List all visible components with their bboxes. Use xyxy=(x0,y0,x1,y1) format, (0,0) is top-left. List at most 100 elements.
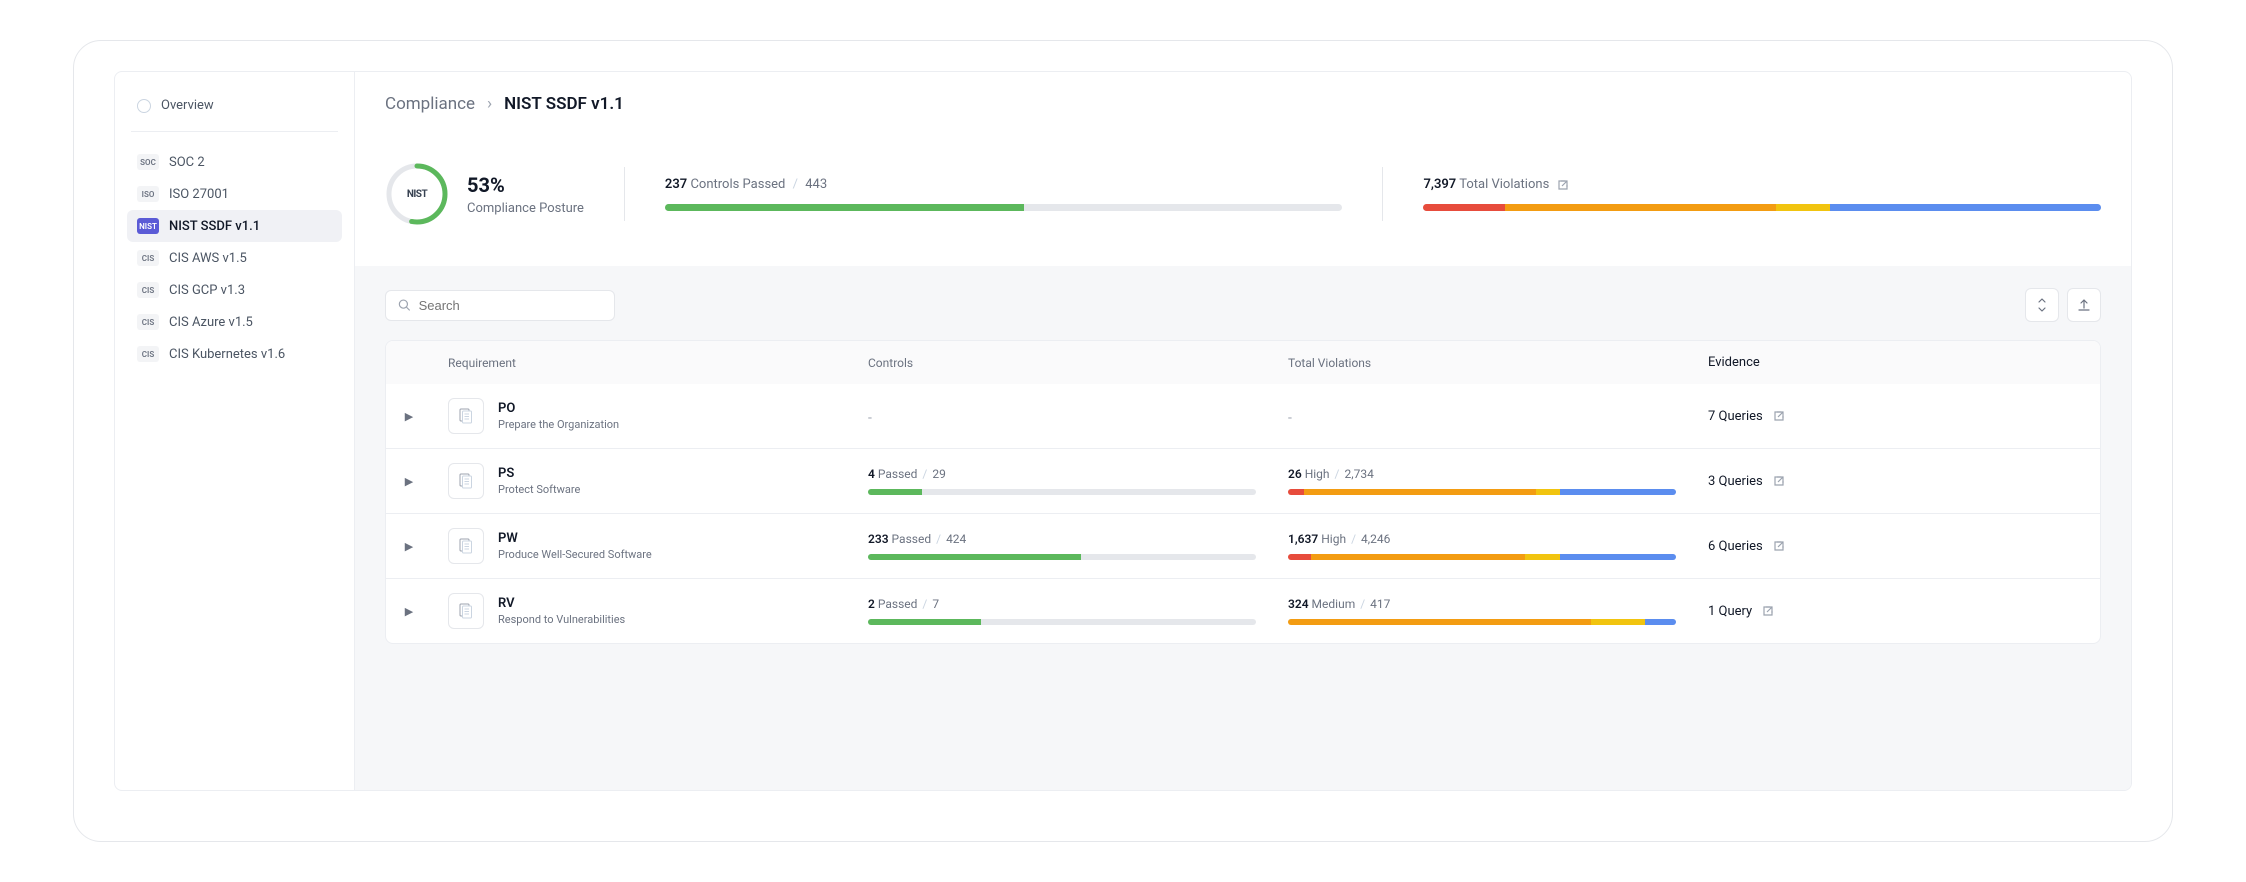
violations-cell: 1,637 High/4,246 xyxy=(1272,518,1692,574)
sidebar-item-cis-gcp-v1-3[interactable]: CIS CIS GCP v1.3 xyxy=(127,274,342,306)
requirement-code: PW xyxy=(498,531,652,546)
violations-mini-bar xyxy=(1288,619,1676,625)
expand-button[interactable]: ▶ xyxy=(398,535,420,557)
sidebar-item-cis-aws-v1-5[interactable]: CIS CIS AWS v1.5 xyxy=(127,242,342,274)
search-box[interactable] xyxy=(385,290,615,321)
evidence-cell[interactable]: 1 Query xyxy=(1692,590,2060,633)
sidebar-item-label: NIST SSDF v1.1 xyxy=(169,219,260,234)
breadcrumb-root[interactable]: Compliance xyxy=(385,94,475,114)
posture-label: Compliance Posture xyxy=(467,201,584,216)
sidebar-item-label: SOC 2 xyxy=(169,155,205,170)
table-toolbar xyxy=(385,288,2101,322)
violations-cell: - xyxy=(1272,393,1692,440)
search-input[interactable] xyxy=(419,298,602,313)
violations-cell: 324 Medium/417 xyxy=(1272,583,1692,639)
requirement-name: Produce Well-Secured Software xyxy=(498,548,652,561)
expand-button[interactable]: ▶ xyxy=(398,470,420,492)
controls-mini-bar xyxy=(868,554,1256,560)
sidebar-item-soc-2[interactable]: SOC SOC 2 xyxy=(127,146,342,178)
table-header: Requirement Controls Total Violations Ev… xyxy=(386,341,2100,384)
col-controls: Controls xyxy=(852,342,1272,384)
search-icon xyxy=(398,298,411,312)
nist-logo: NIST xyxy=(385,162,449,226)
main: Compliance › NIST SSDF v1.1 NIST 53% xyxy=(355,72,2131,790)
external-link-icon[interactable] xyxy=(1773,475,1785,487)
controls-mini-bar xyxy=(868,619,1256,625)
controls-passed-label: Controls Passed xyxy=(690,177,785,192)
export-button[interactable] xyxy=(2067,288,2101,322)
framework-badge: CIS xyxy=(137,346,159,362)
sidebar-overview[interactable]: Overview xyxy=(127,90,342,121)
sidebar: Overview SOC SOC 2ISO ISO 27001NIST NIST… xyxy=(115,72,355,790)
sidebar-item-label: Overview xyxy=(161,98,214,113)
controls-total: 443 xyxy=(805,177,827,192)
col-violations: Total Violations xyxy=(1272,342,1692,384)
table-row: ▶ RV Respond to Vulnerabilities 2 Passed… xyxy=(386,578,2100,643)
breadcrumb-current: NIST SSDF v1.1 xyxy=(504,94,624,114)
controls-mini-bar xyxy=(868,489,1256,495)
violations-bar xyxy=(1423,204,2101,211)
table-row: ▶ PS Protect Software 4 Passed/29 26 Hig… xyxy=(386,448,2100,513)
requirement-name: Respond to Vulnerabilities xyxy=(498,613,625,626)
sidebar-item-label: CIS AWS v1.5 xyxy=(169,251,247,266)
sidebar-item-label: CIS Kubernetes v1.6 xyxy=(169,347,285,362)
col-evidence: Evidence xyxy=(1692,341,2060,384)
external-link-icon[interactable] xyxy=(1557,179,1569,191)
document-icon xyxy=(448,463,484,499)
sidebar-divider xyxy=(131,131,338,132)
violations-mini-bar xyxy=(1288,554,1676,560)
framework-badge: ISO xyxy=(137,186,159,202)
controls-cell: 2 Passed/7 xyxy=(852,583,1272,639)
document-icon xyxy=(448,593,484,629)
breadcrumb: Compliance › NIST SSDF v1.1 xyxy=(355,72,2131,132)
document-icon xyxy=(448,528,484,564)
controls-passed-count: 237 xyxy=(665,177,687,192)
violations-label: Total Violations xyxy=(1459,177,1549,192)
sidebar-item-label: ISO 27001 xyxy=(169,187,229,202)
table-row: ▶ PO Prepare the Organization - - 7 Quer… xyxy=(386,384,2100,448)
sidebar-item-label: CIS GCP v1.3 xyxy=(169,283,245,298)
controls-cell: 233 Passed/424 xyxy=(852,518,1272,574)
sort-icon xyxy=(2036,298,2048,312)
sidebar-item-iso-27001[interactable]: ISO ISO 27001 xyxy=(127,178,342,210)
sidebar-item-label: CIS Azure v1.5 xyxy=(169,315,253,330)
posture-percent: 53% xyxy=(467,173,584,197)
violations-stat: 7,397 Total Violations xyxy=(1423,177,2101,211)
requirement-code: PS xyxy=(498,466,580,481)
posture-gauge: NIST xyxy=(385,162,449,226)
framework-badge: SOC xyxy=(137,154,159,170)
violations-count: 7,397 xyxy=(1423,177,1456,192)
external-link-icon[interactable] xyxy=(1762,605,1774,617)
violations-mini-bar xyxy=(1288,489,1676,495)
chevron-right-icon: › xyxy=(487,94,492,114)
evidence-cell[interactable]: 3 Queries xyxy=(1692,460,2060,503)
overview-icon xyxy=(137,99,151,113)
upload-icon xyxy=(2077,298,2091,312)
requirement-name: Prepare the Organization xyxy=(498,418,619,431)
summary-bar: NIST 53% Compliance Posture 237 Controls… xyxy=(355,132,2131,266)
controls-cell: - xyxy=(852,393,1272,440)
divider xyxy=(624,167,625,221)
sidebar-item-cis-azure-v1-5[interactable]: CIS CIS Azure v1.5 xyxy=(127,306,342,338)
requirement-code: RV xyxy=(498,596,625,611)
evidence-cell[interactable]: 7 Queries xyxy=(1692,395,2060,438)
violations-cell: 26 High/2,734 xyxy=(1272,453,1692,509)
requirement-name: Protect Software xyxy=(498,483,580,496)
requirements-table: Requirement Controls Total Violations Ev… xyxy=(385,340,2101,644)
controls-cell: 4 Passed/29 xyxy=(852,453,1272,509)
table-region: Requirement Controls Total Violations Ev… xyxy=(355,266,2131,790)
sidebar-item-cis-kubernetes-v1-6[interactable]: CIS CIS Kubernetes v1.6 xyxy=(127,338,342,370)
document-icon xyxy=(448,398,484,434)
external-link-icon[interactable] xyxy=(1773,410,1785,422)
expand-button[interactable]: ▶ xyxy=(398,405,420,427)
framework-badge: CIS xyxy=(137,282,159,298)
requirement-code: PO xyxy=(498,401,619,416)
sidebar-item-nist-ssdf-v1-1[interactable]: NIST NIST SSDF v1.1 xyxy=(127,210,342,242)
sort-button[interactable] xyxy=(2025,288,2059,322)
col-requirement: Requirement xyxy=(432,342,852,384)
evidence-cell[interactable]: 6 Queries xyxy=(1692,525,2060,568)
external-link-icon[interactable] xyxy=(1773,540,1785,552)
controls-bar xyxy=(665,204,1343,211)
table-row: ▶ PW Produce Well-Secured Software 233 P… xyxy=(386,513,2100,578)
expand-button[interactable]: ▶ xyxy=(398,600,420,622)
